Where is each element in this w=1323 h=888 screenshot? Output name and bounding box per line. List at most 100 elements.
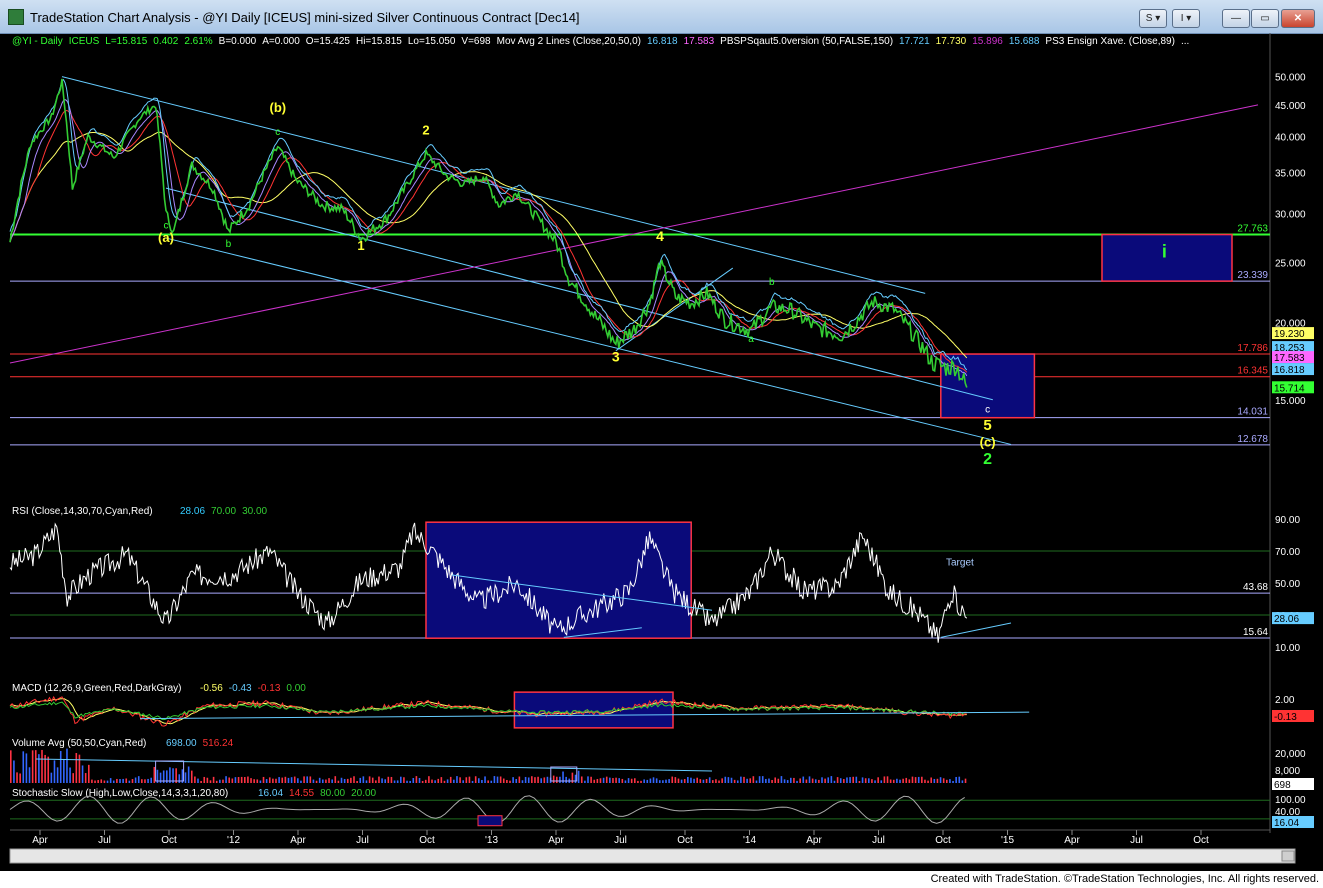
volume-bar (952, 780, 954, 783)
volume-bar (449, 776, 452, 783)
volume-bar (275, 778, 277, 783)
volume-bar (846, 777, 848, 783)
volume-value-tag-label: 698 (1274, 780, 1291, 791)
volume-bar (481, 779, 483, 783)
volume-bar (690, 777, 692, 783)
price-value-tag-label: 19.230 (1274, 329, 1305, 340)
volume-bar (240, 776, 243, 783)
volume-bar (474, 776, 477, 783)
volume-bar (362, 776, 365, 783)
volume-bar (106, 780, 109, 783)
volume-bar (587, 776, 589, 783)
volume-bar (231, 778, 234, 783)
volume-bar (565, 776, 567, 783)
volume-y-tick: 20,000 (1275, 749, 1306, 760)
price-header-item: 15.688 (1009, 36, 1040, 47)
volume-bar (733, 779, 736, 783)
chart-canvas[interactable]: @YI - Daily ICEUS L=15.815 0.402 2.61% B=0.00… (0, 33, 1323, 871)
price-header-item: 15.896 (972, 36, 1003, 47)
volume-bar (265, 779, 268, 783)
volume-bar (184, 772, 187, 783)
volume-bar (861, 777, 864, 783)
volume-header-value: 698.00 (166, 738, 197, 749)
volume-bar (16, 772, 18, 783)
price-level-label: 27.763 (1237, 224, 1268, 235)
volume-bar (531, 776, 533, 783)
volume-bar (409, 780, 411, 783)
price-header-item: 17.730 (936, 36, 967, 47)
scrollbar-thumb[interactable] (1281, 850, 1295, 862)
volume-bar (209, 780, 212, 783)
volume-bar (786, 780, 789, 783)
tools-menu-button[interactable]: I ▾ (1172, 9, 1200, 28)
maximize-button[interactable]: ▭ (1251, 9, 1279, 28)
volume-bar (724, 776, 727, 783)
volume-bar (743, 776, 745, 783)
stochastic-header-value: 80.00 (320, 788, 345, 799)
price-y-tick: 45.000 (1275, 101, 1306, 112)
credit-text: Created with TradeStation. ©TradeStation… (930, 873, 1319, 885)
volume-title: Volume Avg (50,50,Cyan,Red) (12, 738, 146, 749)
volume-bar (593, 779, 596, 783)
wave-label: 4 (656, 228, 664, 244)
price-header-item: O=15.425 (306, 36, 351, 47)
volume-bar (437, 778, 440, 783)
price-header-item: V=698 (461, 36, 491, 47)
volume-bar (434, 780, 436, 783)
stochastic-header-value: 14.55 (289, 788, 314, 799)
volume-bar (805, 779, 808, 783)
volume-bar (630, 778, 633, 783)
volume-bar (793, 777, 795, 783)
volume-bar (849, 777, 851, 783)
volume-bar (552, 775, 555, 783)
volume-bar (790, 777, 792, 783)
volume-y-tick: 8,000 (1275, 766, 1300, 777)
volume-bar (774, 777, 776, 783)
volume-bar (353, 776, 355, 783)
volume-bar (134, 777, 137, 783)
price-target-box (1101, 233, 1233, 282)
volume-bar (100, 779, 103, 783)
minimize-button[interactable]: — (1222, 9, 1250, 28)
volume-bar (768, 778, 770, 783)
x-axis-tick-label: Jul (356, 835, 369, 846)
x-axis-tick-label: '14 (743, 835, 756, 846)
volume-bar (244, 777, 246, 783)
volume-bar (31, 750, 34, 783)
volume-bar (328, 778, 330, 783)
volume-bar (384, 779, 386, 783)
x-axis-tick-label: Jul (872, 835, 885, 846)
styles-menu-button[interactable]: S ▾ (1139, 9, 1167, 28)
horizontal-scrollbar[interactable] (9, 848, 1296, 864)
volume-bar (712, 780, 714, 783)
price-value-tag-label: 15.714 (1274, 383, 1305, 394)
volume-bar (559, 776, 561, 783)
volume-bar (415, 776, 418, 783)
price-y-tick: 50.000 (1275, 73, 1306, 84)
stochastic-header-value: 20.00 (351, 788, 376, 799)
volume-bar (683, 779, 686, 783)
volume-bar (814, 779, 817, 783)
volume-bar (880, 780, 883, 783)
macd-header-value: -0.13 (258, 683, 281, 694)
volume-bar (137, 776, 140, 783)
price-header-item: Mov Avg 2 Lines (Close,20,50,0) (497, 36, 641, 47)
volume-bar (72, 773, 74, 783)
wave-label: (b) (269, 100, 286, 115)
volume-bar (602, 777, 605, 783)
volume-bar (727, 777, 730, 783)
volume-bar (896, 778, 898, 783)
volume-bar (936, 778, 939, 783)
volume-bar (634, 778, 636, 783)
volume-bar (222, 779, 224, 783)
volume-bar (153, 766, 156, 783)
volume-bar (721, 778, 723, 783)
volume-bar (680, 779, 683, 783)
chart-area[interactable]: @YI - Daily ICEUS L=15.815 0.402 2.61% B=0.00… (0, 33, 1323, 871)
close-button[interactable]: ✕ (1281, 9, 1315, 28)
volume-bar (84, 773, 87, 783)
volume-bar (122, 778, 124, 783)
price-y-tick: 25.000 (1275, 259, 1306, 270)
volume-bar (671, 776, 674, 783)
volume-bar (334, 776, 337, 783)
